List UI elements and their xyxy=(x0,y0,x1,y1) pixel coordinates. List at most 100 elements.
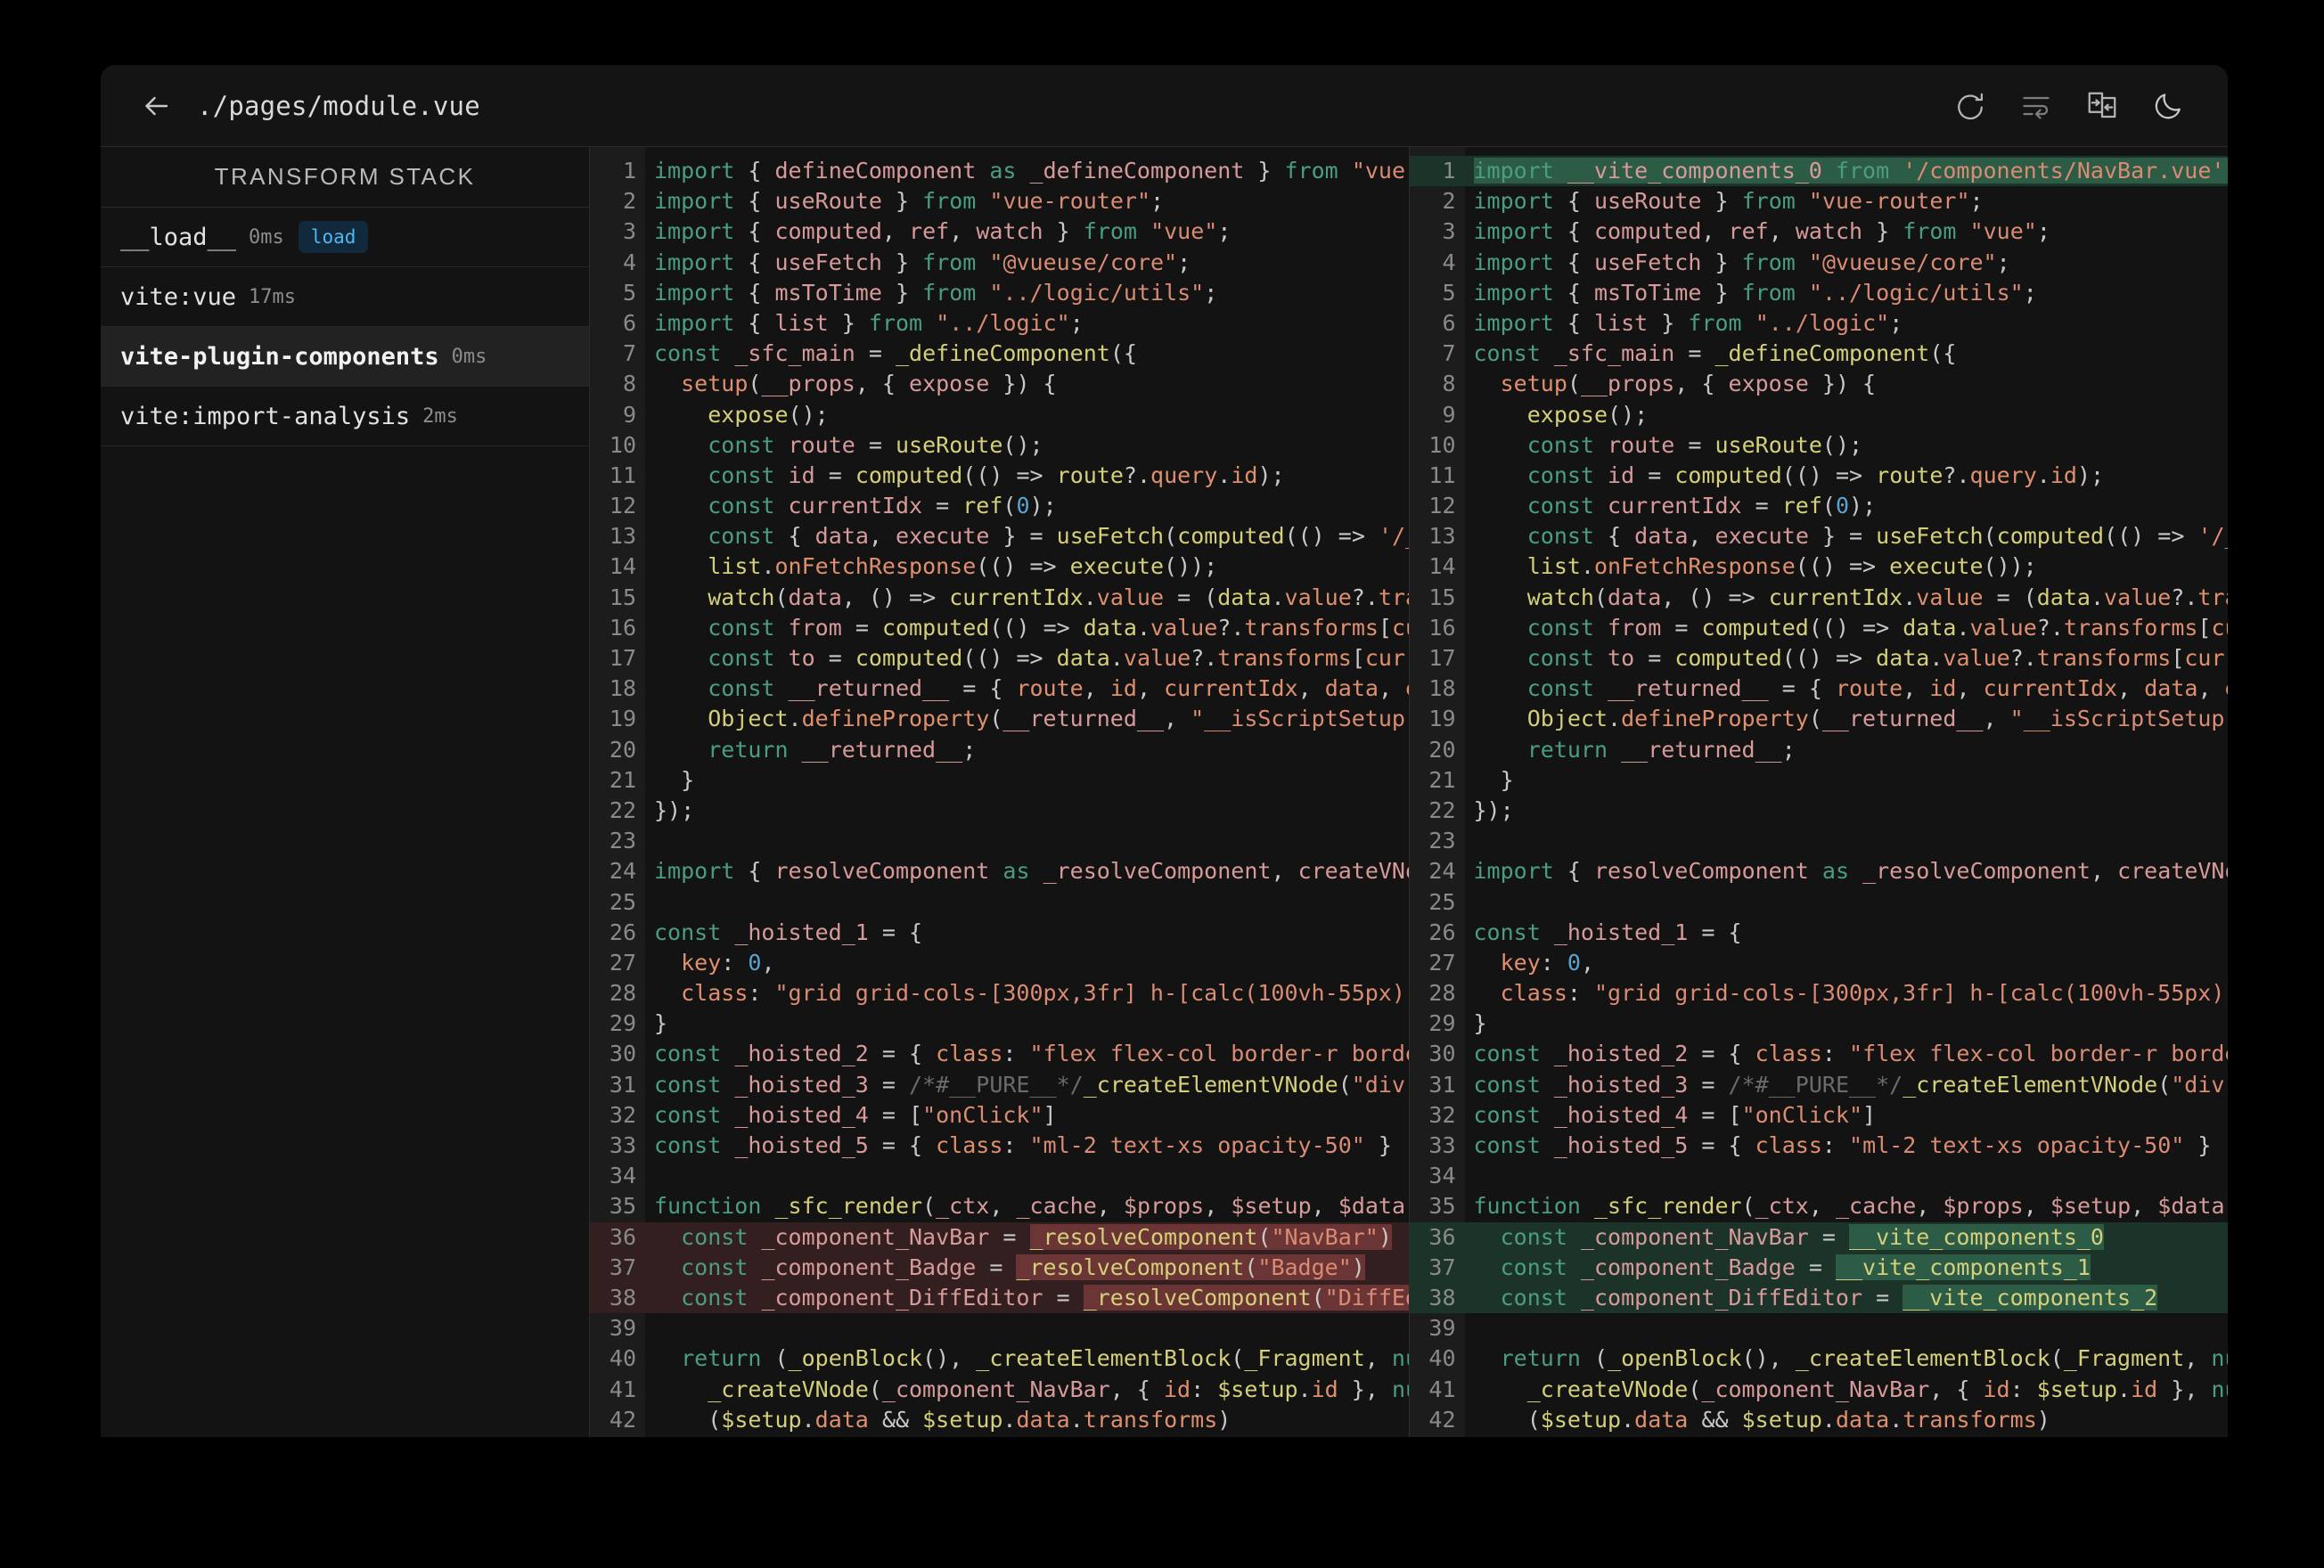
code-line[interactable]: return (_openBlock(), _createElementBloc… xyxy=(645,1343,1408,1374)
code-line[interactable]: const { data, execute } = useFetch(compu… xyxy=(1465,521,2228,551)
code-line[interactable] xyxy=(1465,1161,2229,1191)
code-line[interactable] xyxy=(1465,887,2229,918)
code-line[interactable]: const route = useRoute(); xyxy=(645,430,1409,461)
code-line[interactable]: list.onFetchResponse(() => execute()); xyxy=(645,551,1409,582)
code-line[interactable]: const _hoisted_5 = { class: "ml-2 text-x… xyxy=(645,1131,1409,1161)
code-line[interactable]: const _sfc_main = _defineComponent({ xyxy=(1465,339,2229,369)
code-line[interactable]: const _hoisted_2 = { class: "flex flex-c… xyxy=(1465,1039,2229,1069)
code-line[interactable]: const _component_NavBar = _resolveCompon… xyxy=(645,1221,1409,1253)
code-line[interactable]: } xyxy=(645,1009,1409,1039)
code-line[interactable]: import { useRoute } from "vue-router"; xyxy=(1465,186,2229,216)
code-line[interactable]: const to = computed(() => data.value?.tr… xyxy=(1465,643,2228,674)
code-line[interactable]: const _hoisted_3 = /*#__PURE__*/_createE… xyxy=(645,1070,1409,1100)
code-line[interactable]: import __vite_components_0 from '/compon… xyxy=(1464,156,2228,187)
code-line[interactable]: return __returned__; xyxy=(645,735,1409,765)
stack-item-0[interactable]: __load__ 0ms load xyxy=(101,208,589,267)
code-pane-after[interactable]: 1 2 3 4 5 6 7 8 9 10 11 12 13 14 15 16 17 18 19 20 21 22 23 24 2… xyxy=(1408,147,2229,1437)
code-line[interactable]: expose(); xyxy=(1465,400,2229,430)
code-line[interactable]: class: "grid grid-cols-[300px,3fr] h-[ca… xyxy=(1465,978,2228,1009)
code-line[interactable]: const _component_NavBar = __vite_compone… xyxy=(1464,1221,2228,1253)
code-line[interactable]: Object.defineProperty(__returned__, "__i… xyxy=(645,704,1408,734)
code-line[interactable]: import { computed, ref, watch } from "vu… xyxy=(645,216,1409,247)
code-line[interactable]: const _component_DiffEditor = _resolveCo… xyxy=(645,1282,1409,1314)
code-line[interactable]: import { resolveComponent as _resolveCom… xyxy=(1465,856,2229,886)
code-line[interactable]: import { resolveComponent as _resolveCom… xyxy=(645,856,1409,886)
code-line[interactable]: import { defineComponent as _defineCompo… xyxy=(645,156,1409,186)
code-line[interactable]: const to = computed(() => data.value?.tr… xyxy=(645,643,1408,674)
code-line[interactable]: const { data, execute } = useFetch(compu… xyxy=(645,521,1408,551)
stack-item-2[interactable]: vite-plugin-components 0ms xyxy=(101,327,589,387)
code-line[interactable]: }); xyxy=(645,796,1409,826)
code-line[interactable]: const _hoisted_1 = { xyxy=(1465,918,2229,948)
code-line[interactable]: watch(data, () => currentIdx.value = (da… xyxy=(645,583,1408,613)
code-line[interactable]: expose(); xyxy=(645,400,1409,430)
stack-item-3[interactable]: vite:import-analysis 2ms xyxy=(101,387,589,446)
refresh-button[interactable] xyxy=(1944,80,1996,132)
code-line[interactable]: const _hoisted_1 = { xyxy=(645,918,1409,948)
code-line[interactable]: setup(__props, { expose }) { xyxy=(645,369,1409,399)
code-line[interactable]: const currentIdx = ref(0); xyxy=(645,491,1409,521)
code-line[interactable] xyxy=(645,1161,1409,1191)
code-line[interactable]: import { useFetch } from "@vueuse/core"; xyxy=(1465,248,2229,278)
code-line[interactable]: _createVNode(_component_NavBar, { id: $s… xyxy=(645,1375,1408,1405)
code-line[interactable]: key: 0, xyxy=(1465,948,2229,978)
code-line[interactable]: return __returned__; xyxy=(1465,735,2229,765)
code-line[interactable]: _createVNode(_component_NavBar, { id: $s… xyxy=(1465,1375,2228,1405)
code-line[interactable] xyxy=(645,826,1409,856)
code-line[interactable]: const route = useRoute(); xyxy=(1465,430,2229,461)
code-line[interactable]: import { list } from "../logic"; xyxy=(1465,308,2229,339)
code-line[interactable]: const from = computed(() => data.value?.… xyxy=(1465,613,2228,643)
code-pane-before[interactable]: 1 2 3 4 5 6 7 8 9 10 11 12 13 14 15 16 17 18 19 20 21 22 23 24 2… xyxy=(590,147,1409,1437)
code-line[interactable]: import { useFetch } from "@vueuse/core"; xyxy=(645,248,1409,278)
code-line[interactable]: const currentIdx = ref(0); xyxy=(1465,491,2229,521)
stack-item-1[interactable]: vite:vue 17ms xyxy=(101,267,589,327)
code-content-before[interactable]: import { defineComponent as _defineCompo… xyxy=(645,147,1409,1437)
code-line[interactable]: const id = computed(() => route?.query.i… xyxy=(1465,461,2229,491)
code-line[interactable]: const _hoisted_3 = /*#__PURE__*/_createE… xyxy=(1465,1070,2229,1100)
code-line[interactable]: const _sfc_main = _defineComponent({ xyxy=(645,339,1409,369)
code-line[interactable]: watch(data, () => currentIdx.value = (da… xyxy=(1465,583,2228,613)
code-line[interactable]: key: 0, xyxy=(645,948,1409,978)
code-line[interactable]: function _sfc_render(_ctx, _cache, $prop… xyxy=(645,1191,1409,1221)
code-line[interactable]: import { useRoute } from "vue-router"; xyxy=(645,186,1409,216)
code-line[interactable]: function _sfc_render(_ctx, _cache, $prop… xyxy=(1465,1191,2229,1221)
code-line[interactable] xyxy=(1465,826,2229,856)
code-content-after[interactable]: import __vite_components_0 from '/compon… xyxy=(1464,147,2229,1437)
code-line[interactable]: import { list } from "../logic"; xyxy=(645,308,1409,339)
code-line[interactable]: const _component_DiffEditor = __vite_com… xyxy=(1464,1282,2228,1314)
code-line[interactable]: const _hoisted_2 = { class: "flex flex-c… xyxy=(645,1039,1409,1069)
code-line[interactable]: } xyxy=(1465,765,2229,796)
text-wrap-button[interactable] xyxy=(2010,80,2062,132)
code-line[interactable] xyxy=(1465,1313,2229,1343)
code-line[interactable]: setup(__props, { expose }) { xyxy=(1465,369,2229,399)
code-line[interactable]: Object.defineProperty(__returned__, "__i… xyxy=(1465,704,2228,734)
code-line[interactable]: ($setup.data && $setup.data.transforms) xyxy=(1465,1405,2229,1435)
code-line[interactable]: const from = computed(() => data.value?.… xyxy=(645,613,1408,643)
code-line[interactable]: const id = computed(() => route?.query.i… xyxy=(645,461,1409,491)
code-line[interactable]: import { computed, ref, watch } from "vu… xyxy=(1465,216,2229,247)
line-number: 22 xyxy=(1428,796,1456,823)
code-line[interactable]: }); xyxy=(1465,796,2229,826)
code-line[interactable]: const _hoisted_4 = ["onClick"] xyxy=(645,1100,1409,1131)
code-line[interactable]: const _hoisted_5 = { class: "ml-2 text-x… xyxy=(1465,1131,2229,1161)
back-button[interactable] xyxy=(131,81,181,131)
code-line[interactable]: import { msToTime } from "../logic/utils… xyxy=(1465,278,2229,308)
code-line[interactable]: const __returned__ = { route, id, curren… xyxy=(645,674,1408,704)
code-line[interactable]: } xyxy=(1465,1009,2229,1039)
code-line[interactable]: const _hoisted_4 = ["onClick"] xyxy=(1465,1100,2229,1131)
code-line[interactable]: class: "grid grid-cols-[300px,3fr] h-[ca… xyxy=(645,978,1408,1009)
code-line[interactable]: } xyxy=(645,765,1409,796)
code-line[interactable] xyxy=(645,1313,1409,1343)
code-line[interactable]: const __returned__ = { route, id, curren… xyxy=(1465,674,2228,704)
code-line[interactable]: const _component_Badge = __vite_componen… xyxy=(1464,1252,2228,1283)
code-line[interactable]: const _component_Badge = _resolveCompone… xyxy=(645,1252,1409,1283)
code-line[interactable]: import { msToTime } from "../logic/utils… xyxy=(645,278,1409,308)
dark-mode-button[interactable] xyxy=(2142,80,2194,132)
code-line[interactable]: list.onFetchResponse(() => execute()); xyxy=(1465,551,2229,582)
stack-item-duration: 0ms xyxy=(249,225,284,249)
line-number: 21 xyxy=(1428,766,1456,793)
diff-view-button[interactable] xyxy=(2076,80,2128,132)
code-line[interactable]: return (_openBlock(), _createElementBloc… xyxy=(1465,1343,2228,1374)
code-line[interactable] xyxy=(645,887,1409,918)
code-line[interactable]: ($setup.data && $setup.data.transforms) xyxy=(645,1405,1409,1435)
